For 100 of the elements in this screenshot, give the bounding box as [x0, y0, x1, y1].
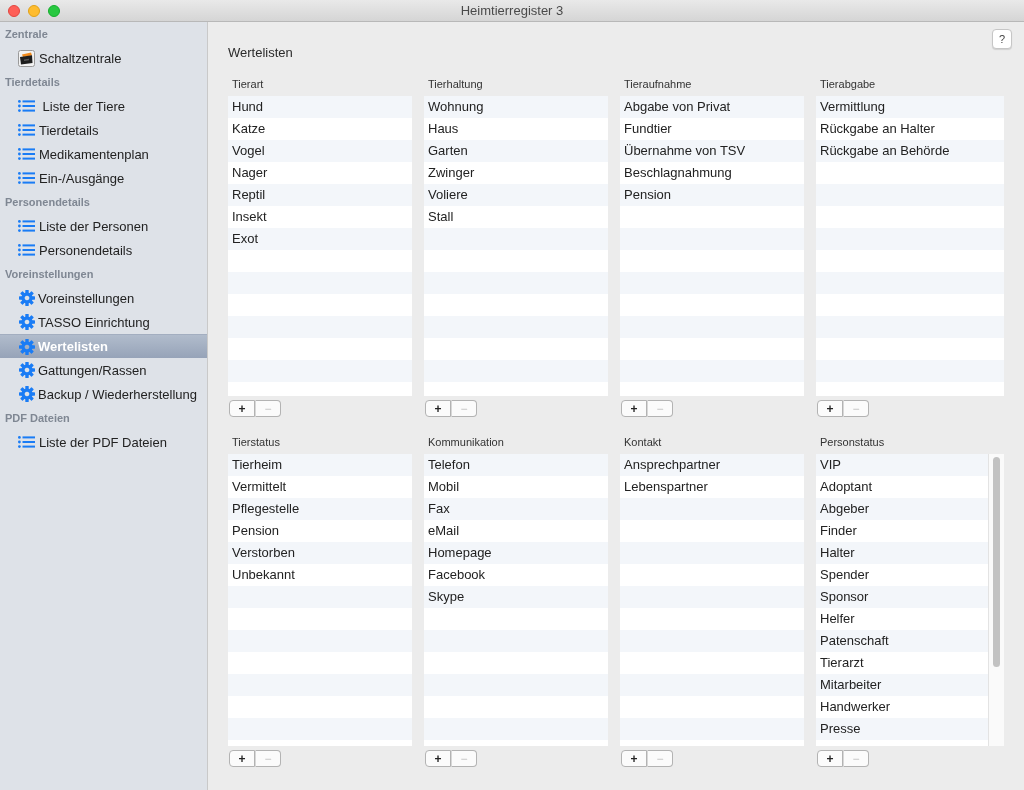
sidebar-item[interactable]: Liste der PDF Dateien: [0, 430, 207, 454]
list-item[interactable]: Reptil: [228, 184, 412, 206]
list-title: Tierhaltung: [428, 77, 483, 91]
list-title: Tierstatus: [232, 435, 280, 449]
add-button[interactable]: +: [425, 400, 451, 417]
list-item[interactable]: Nager: [228, 162, 412, 184]
list-title: Tierabgabe: [820, 77, 876, 91]
list-item[interactable]: Fax: [424, 498, 608, 520]
gear-icon: [19, 290, 35, 306]
list-item[interactable]: Facebook: [424, 564, 608, 586]
add-button[interactable]: +: [229, 750, 255, 767]
list-icon: [18, 100, 35, 112]
list-title: Tieraufnahme: [624, 77, 692, 91]
list-item[interactable]: Mitarbeiter: [816, 674, 988, 696]
list-item[interactable]: Vermittlung: [816, 96, 1004, 118]
list-title: Kommunikation: [428, 435, 504, 449]
list-item[interactable]: Helfer: [816, 608, 988, 630]
list-item[interactable]: Voliere: [424, 184, 608, 206]
sidebar-item[interactable]: Backup / Wiederherstellung: [0, 382, 207, 406]
list-item[interactable]: Fundtier: [620, 118, 804, 140]
list-item[interactable]: Abgeber: [816, 498, 988, 520]
list-item[interactable]: Rückgabe an Behörde: [816, 140, 1004, 162]
list-item[interactable]: Finder: [816, 520, 988, 542]
section-header: Voreinstellungen: [4, 267, 95, 282]
scrollbar-thumb[interactable]: [993, 457, 1000, 667]
list-item[interactable]: eMail: [424, 520, 608, 542]
list-item[interactable]: Patenschaft: [816, 630, 988, 652]
list-item[interactable]: Lebenspartner: [620, 476, 804, 498]
section-header: PDF Dateien: [4, 411, 71, 426]
list-item[interactable]: Vermittelt: [228, 476, 412, 498]
sidebar-item[interactable]: Tierdetails: [0, 118, 207, 142]
list-title: Kontakt: [624, 435, 662, 449]
list-icon: [18, 436, 35, 448]
add-button[interactable]: +: [621, 400, 647, 417]
add-button[interactable]: +: [229, 400, 255, 417]
add-button[interactable]: +: [425, 750, 451, 767]
list-icon: [18, 244, 35, 256]
list-item[interactable]: Pflegestelle: [228, 498, 412, 520]
sidebar-item[interactable]: Ein-/Ausgänge: [0, 166, 207, 190]
close-button[interactable]: [8, 4, 20, 17]
list-item[interactable]: Halter: [816, 542, 988, 564]
sidebar-item[interactable]: Schaltzentrale: [0, 46, 207, 70]
sidebar-item[interactable]: Medikamentenplan: [0, 142, 207, 166]
section-header: Personendetails: [4, 195, 91, 210]
list-item[interactable]: Adoptant: [816, 476, 988, 498]
gear-icon: [19, 338, 35, 355]
list-item[interactable]: Hund: [228, 96, 412, 118]
sidebar-item[interactable]: Personendetails: [0, 238, 207, 262]
list-item[interactable]: Exot: [228, 228, 412, 250]
sidebar-item[interactable]: Voreinstellungen: [0, 286, 207, 310]
list-item[interactable]: Pension: [228, 520, 412, 542]
list-item[interactable]: Unbekannt: [228, 564, 412, 586]
list-item[interactable]: Mobil: [424, 476, 608, 498]
sidebar-item[interactable]: Liste der Personen: [0, 214, 207, 238]
list-icon: [18, 172, 35, 184]
list-item[interactable]: Tierarzt: [816, 652, 988, 674]
list-item[interactable]: VIP: [816, 454, 988, 476]
list-item[interactable]: Ansprechpartner: [620, 454, 804, 476]
list-item[interactable]: Vogel: [228, 140, 412, 162]
help-button[interactable]: ?: [992, 29, 1012, 49]
list-icon: [18, 148, 35, 160]
list-item[interactable]: Haus: [424, 118, 608, 140]
page-title: Wertelisten: [228, 45, 293, 61]
sidebar-item[interactable]: TASSO Einrichtung: [0, 310, 207, 334]
sidebar-item[interactable]: Gattungen/Rassen: [0, 358, 207, 382]
gear-icon: [19, 386, 35, 402]
list-item[interactable]: Pension: [620, 184, 804, 206]
list-item[interactable]: Presse: [816, 718, 988, 740]
list-title: Tierart: [232, 77, 264, 91]
add-button[interactable]: +: [817, 750, 843, 767]
zoom-button[interactable]: [48, 4, 60, 17]
list-item[interactable]: Rückgabe an Halter: [816, 118, 1004, 140]
list-item[interactable]: Stall: [424, 206, 608, 228]
section-header: Tierdetails: [4, 75, 61, 90]
list-item[interactable]: Abgabe von Privat: [620, 96, 804, 118]
list-item[interactable]: Garten: [424, 140, 608, 162]
minimize-button[interactable]: [28, 4, 40, 17]
add-button[interactable]: +: [621, 750, 647, 767]
list-item[interactable]: Katze: [228, 118, 412, 140]
list-title: Personstatus: [820, 435, 885, 449]
add-button[interactable]: +: [817, 400, 843, 417]
list-item[interactable]: Telefon: [424, 454, 608, 476]
list-icon: [18, 220, 35, 232]
list-icon: [18, 124, 35, 136]
window-title: Heimtierregister 3: [460, 3, 564, 18]
gear-icon: [19, 314, 35, 330]
section-header: Zentrale: [4, 27, 49, 42]
list-item[interactable]: Sponsor: [816, 586, 988, 608]
list-item[interactable]: Übernahme von TSV: [620, 140, 804, 162]
list-item[interactable]: Handwerker: [816, 696, 988, 718]
list-item[interactable]: Zwinger: [424, 162, 608, 184]
list-item[interactable]: Beschlagnahmung: [620, 162, 804, 184]
list-item[interactable]: Wohnung: [424, 96, 608, 118]
sidebar-item[interactable]: Liste der Tiere: [0, 94, 207, 118]
list-item[interactable]: Tierheim: [228, 454, 412, 476]
list-item[interactable]: Homepage: [424, 542, 608, 564]
list-item[interactable]: Insekt: [228, 206, 412, 228]
list-item[interactable]: Spender: [816, 564, 988, 586]
list-item[interactable]: Skype: [424, 586, 608, 608]
list-item[interactable]: Verstorben: [228, 542, 412, 564]
